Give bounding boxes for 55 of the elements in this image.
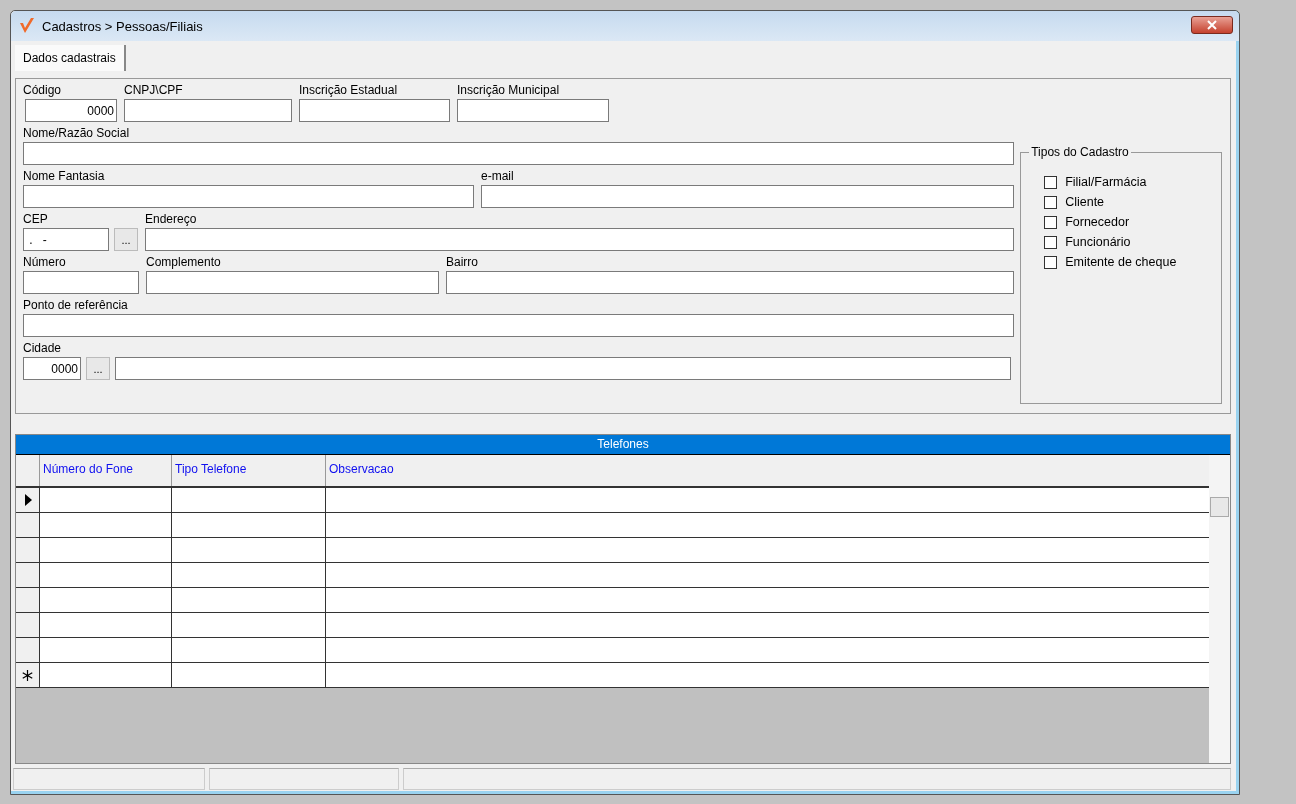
city-name-input[interactable] [115, 357, 1012, 380]
checkbox-label: Emitente de cheque [1065, 255, 1177, 269]
email-input[interactable] [481, 185, 1015, 208]
asterisk-icon [22, 669, 33, 681]
checkbox-label: Cliente [1065, 195, 1105, 209]
field-label: Bairro [446, 254, 479, 271]
checkbox[interactable] [1044, 255, 1058, 269]
lookup-button[interactable]: ... [114, 228, 138, 251]
number-input[interactable] [23, 271, 139, 294]
column-header[interactable]: Número do Fone [40, 455, 172, 486]
field-label: Nome Fantasia [23, 168, 106, 185]
scrollbar[interactable] [1209, 455, 1230, 763]
field-label: Ponto de referência [23, 297, 129, 314]
checkbox-label: Fornecedor [1065, 215, 1130, 229]
field-label: Número [23, 254, 67, 271]
column-header[interactable]: Tipo Telefone [172, 455, 326, 486]
group-title: Tipos do Cadastro [1029, 145, 1131, 159]
municipal-registration-input[interactable] [457, 99, 609, 122]
column-header[interactable]: Observacao [326, 455, 1209, 486]
grid-title: Telefones [597, 437, 649, 451]
trade-name-input[interactable] [23, 185, 474, 208]
field-label: Nome/Razão Social [23, 125, 131, 142]
close-button[interactable] [1191, 16, 1233, 34]
name-input[interactable] [23, 142, 1015, 165]
field-label: Inscrição Municipal [457, 82, 561, 99]
checkbox[interactable] [1044, 215, 1058, 229]
field-label: Endereço [145, 211, 198, 228]
tab[interactable]: Dados cadastrais [15, 45, 126, 71]
scrollbar-thumb[interactable] [1210, 497, 1229, 517]
address-input[interactable] [145, 228, 1015, 251]
checkbox[interactable] [1044, 235, 1058, 249]
field-label: Complemento [146, 254, 222, 271]
checkbox-label: Filial/Farmácia [1065, 175, 1147, 189]
checkmark-logo-icon [19, 17, 35, 35]
cnpj-cpf-input[interactable] [124, 99, 292, 122]
code-input[interactable]: 0000 [25, 99, 117, 122]
field-label: CEP [23, 211, 49, 228]
city-code-input[interactable]: 0000 [23, 357, 81, 380]
lookup-button[interactable]: ... [86, 357, 110, 380]
complement-input[interactable] [146, 271, 439, 294]
state-registration-input[interactable] [299, 99, 450, 122]
field-label: e-mail [481, 168, 515, 185]
district-input[interactable] [446, 271, 1015, 294]
reference-point-input[interactable] [23, 314, 1015, 337]
current-row-icon [23, 494, 32, 506]
field-label: Inscrição Estadual [299, 82, 399, 99]
zip-code-input[interactable]: . - [23, 228, 109, 251]
window-title: Cadastros > Pessoas/Filiais [42, 18, 204, 34]
checkbox-label: Funcionário [1065, 235, 1131, 249]
checkbox[interactable] [1044, 195, 1058, 209]
close-icon [1207, 20, 1217, 30]
field-label: Código [23, 82, 63, 99]
field-label: CNPJ\CPF [124, 82, 184, 99]
checkbox[interactable] [1044, 175, 1058, 189]
field-label: Cidade [23, 340, 63, 357]
